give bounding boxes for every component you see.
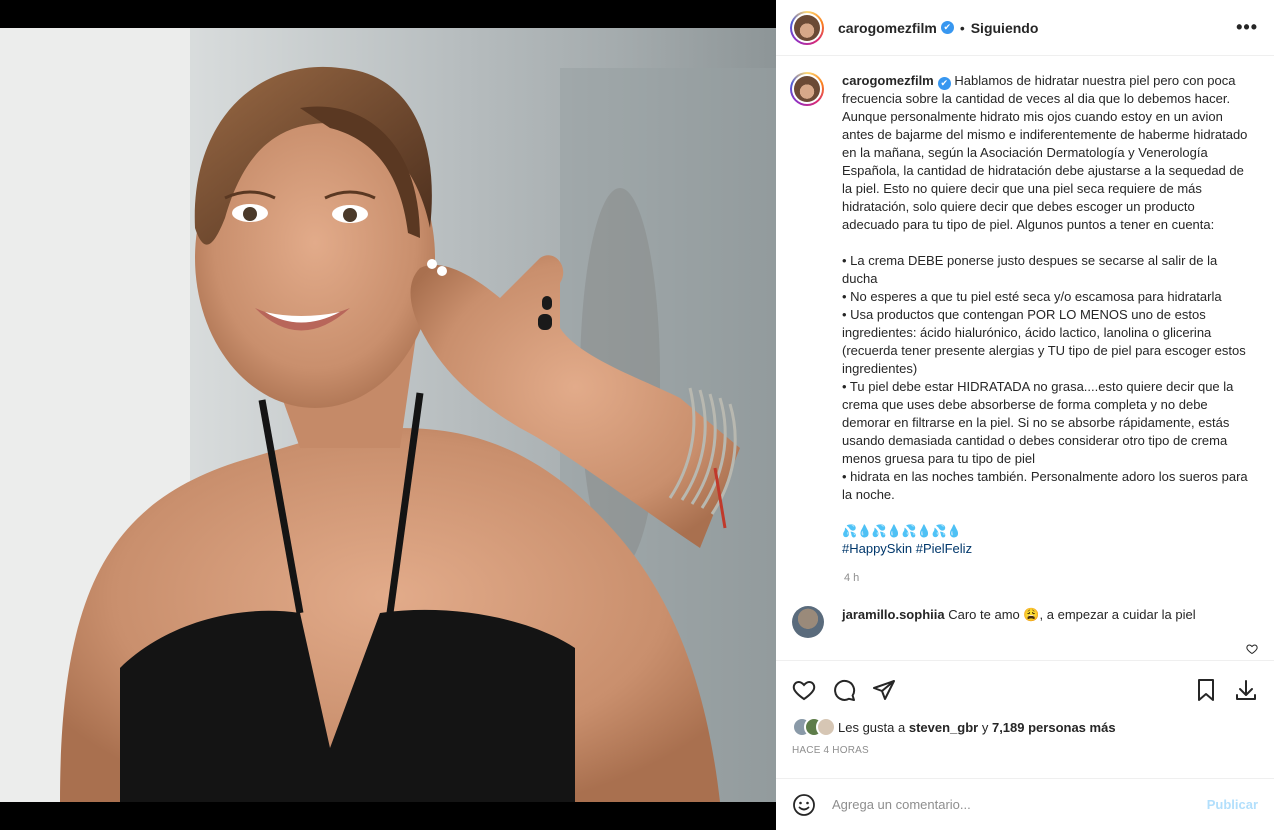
- post-header: carogomezfilm ✔ • Siguiendo •••: [776, 0, 1274, 56]
- post-photo[interactable]: [0, 28, 776, 802]
- author-username[interactable]: carogomezfilm: [838, 20, 937, 36]
- like-heart-icon[interactable]: [792, 678, 816, 702]
- post-age[interactable]: HACE 4 HORAS: [792, 745, 1258, 756]
- caption-verified-icon: ✔: [937, 77, 951, 90]
- share-paper-plane-icon[interactable]: [872, 678, 896, 702]
- caption-body: carogomezfilm ✔ Hablamos de hidratar nues…: [842, 72, 1254, 558]
- likes-prefix: Les gusta a: [838, 719, 906, 735]
- action-icons: [792, 675, 1258, 705]
- caption: carogomezfilm ✔ Hablamos de hidratar nues…: [776, 57, 1274, 558]
- caption-text: Hablamos de hidratar nuestra piel pero c…: [842, 73, 1248, 502]
- add-comment-bar: Publicar: [776, 778, 1274, 830]
- likes-others[interactable]: 7,189 personas más: [992, 720, 1116, 735]
- likes-connector: y: [981, 719, 989, 735]
- caption-emojis: 💦💧💦💧💦💧💦💧: [842, 524, 962, 538]
- comments-scroll-area[interactable]: carogomezfilm ✔ Hablamos de hidratar nues…: [776, 57, 1274, 659]
- publish-button[interactable]: Publicar: [1207, 797, 1258, 812]
- media-panel: [0, 0, 776, 830]
- emoji-smiley-icon[interactable]: [792, 793, 816, 817]
- post-actions: Les gusta a steven_gbr y 7,189 personas …: [776, 660, 1274, 770]
- comment-like-heart-icon[interactable]: [1246, 643, 1258, 655]
- caption-timestamp[interactable]: 4 h: [844, 572, 1274, 584]
- comment-text: Caro te amo 😩, a empezar a cuidar la pie…: [948, 607, 1196, 622]
- author-avatar[interactable]: [790, 10, 824, 45]
- caption-author-avatar[interactable]: [790, 72, 824, 106]
- photo-illustration: [0, 28, 776, 802]
- verified-badge-icon: ✔: [940, 21, 954, 34]
- liker-avatars[interactable]: [792, 717, 836, 737]
- header-separator: •: [959, 19, 965, 36]
- side-panel: carogomezfilm ✔ • Siguiendo ••• carogome…: [776, 0, 1274, 830]
- save-bookmark-icon[interactable]: [1194, 678, 1218, 702]
- more-options-icon[interactable]: •••: [1236, 17, 1258, 38]
- caption-hashtags[interactable]: #HappySkin #PielFeliz: [842, 541, 972, 556]
- action-icons-right: [1178, 678, 1258, 702]
- comment-item: jaramillo.sophiia Caro te amo 😩, a empez…: [776, 606, 1274, 638]
- download-icon[interactable]: [1234, 678, 1258, 702]
- commenter-avatar[interactable]: [792, 606, 824, 638]
- comment-input[interactable]: [832, 797, 1192, 812]
- comment-body: jaramillo.sophiia Caro te amo 😩, a empez…: [842, 606, 1232, 638]
- comment-bubble-icon[interactable]: [832, 678, 856, 702]
- caption-username[interactable]: carogomezfilm: [842, 73, 934, 88]
- post-modal: carogomezfilm ✔ • Siguiendo ••• carogome…: [0, 0, 1274, 830]
- likes-user[interactable]: steven_gbr: [909, 720, 978, 735]
- likes-summary: Les gusta a steven_gbr y 7,189 personas …: [792, 717, 1258, 737]
- following-button[interactable]: Siguiendo: [971, 20, 1039, 36]
- commenter-username[interactable]: jaramillo.sophiia: [842, 607, 945, 622]
